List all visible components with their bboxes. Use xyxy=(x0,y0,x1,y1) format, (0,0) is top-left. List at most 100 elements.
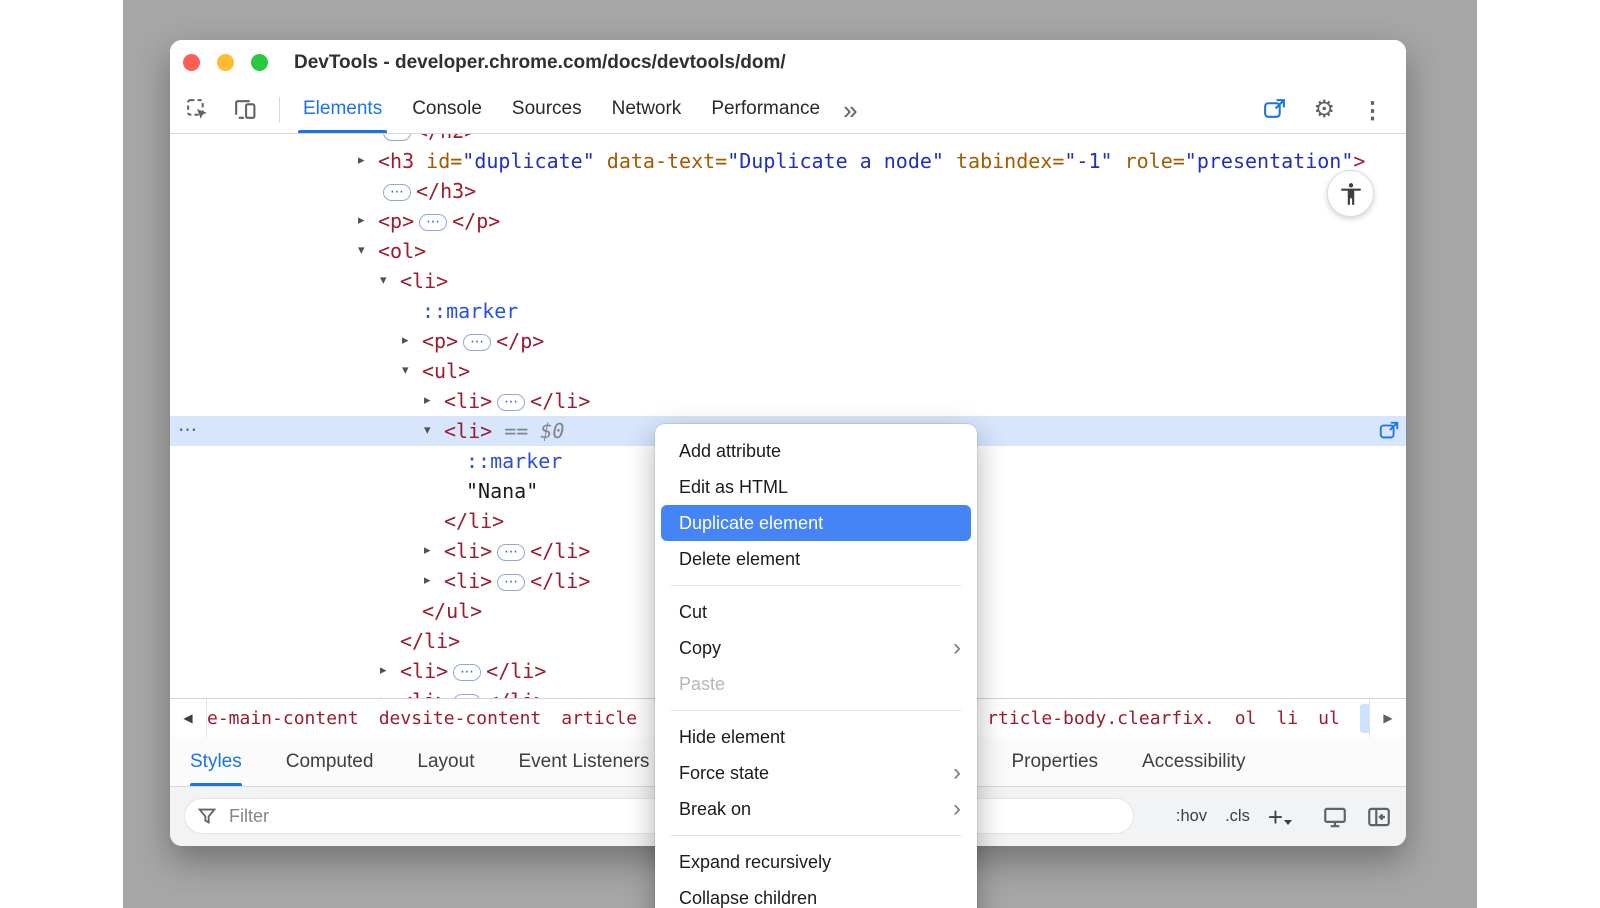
breadcrumb-li[interactable]: li xyxy=(1360,704,1369,733)
expand-arrow-open-icon[interactable]: ▾ xyxy=(402,356,409,386)
row-menu-dots-icon[interactable]: ⋯ xyxy=(178,416,197,446)
dom-tree-row[interactable]: ⋯</h3> xyxy=(170,176,1406,206)
breadcrumb-forward-icon[interactable]: ▶ xyxy=(1369,699,1406,737)
more-panels-icon[interactable]: » xyxy=(843,90,857,130)
dom-tree-row[interactable]: ▸ <p> ⋯ </p> xyxy=(170,206,1406,236)
expand-arrow-closed-icon[interactable]: ▸ xyxy=(380,686,387,698)
inline-expand-pill[interactable]: ⋯ xyxy=(497,544,525,561)
tab-console[interactable]: Console xyxy=(397,86,497,133)
token-tag: <li> xyxy=(444,419,492,443)
toggle-sidebar-icon[interactable] xyxy=(1366,804,1392,830)
menu-item-label: Expand recursively xyxy=(679,844,831,880)
menu-item-label: Cut xyxy=(679,594,707,630)
inline-expand-pill[interactable]: ⋯ xyxy=(453,664,481,681)
menu-item-paste[interactable]: Paste xyxy=(655,666,977,702)
token-tag: </ul> xyxy=(422,599,482,623)
expand-arrow-closed-icon[interactable]: ▸ xyxy=(402,326,409,356)
menu-item-label: Add attribute xyxy=(679,433,781,469)
accessibility-widget-button[interactable] xyxy=(1327,170,1374,217)
more-options-icon[interactable]: ⋮ xyxy=(1361,98,1384,122)
token-attr: role= xyxy=(1113,149,1185,173)
rendering-emulation-icon[interactable] xyxy=(1322,804,1348,830)
expand-arrow-open-icon[interactable]: ▾ xyxy=(358,236,365,266)
expand-arrow-closed-icon[interactable]: ▸ xyxy=(424,536,431,566)
token-tag: <h3 xyxy=(378,149,414,173)
expand-arrow-open-icon[interactable]: ▾ xyxy=(380,266,387,296)
menu-item-add-attribute[interactable]: Add attribute xyxy=(655,433,977,469)
toggle-class-button[interactable]: .cls xyxy=(1225,807,1250,826)
dom-tree-row[interactable]: ⋯</h2> xyxy=(170,134,1406,146)
dom-node-text: <li>⋯</li> xyxy=(170,656,546,686)
dom-node-text: ⋯</h2> xyxy=(170,134,476,146)
expand-arrow-closed-icon[interactable]: ▸ xyxy=(424,566,431,596)
menu-item-label: Edit as HTML xyxy=(679,469,788,505)
inline-expand-pill[interactable]: ⋯ xyxy=(419,214,447,231)
toolbar-divider xyxy=(279,97,280,123)
breadcrumb-devsite-content[interactable]: devsite-content xyxy=(379,708,542,729)
inline-expand-pill[interactable]: ⋯ xyxy=(497,394,525,411)
menu-item-expand-recursively[interactable]: Expand recursively xyxy=(655,844,977,880)
tab-sources[interactable]: Sources xyxy=(497,86,597,133)
token-tag: </p> xyxy=(452,209,500,233)
dom-tree-row[interactable]: ▸<h3 id="duplicate" data-text="Duplicate… xyxy=(170,146,1406,176)
breadcrumb-e-main-content[interactable]: e-main-content xyxy=(207,708,359,729)
sidebar-tab-accessibility[interactable]: Accessibility xyxy=(1142,737,1245,786)
menu-item-delete-element[interactable]: Delete element xyxy=(655,541,977,577)
dom-tree-row[interactable]: ▾ <ul> xyxy=(170,356,1406,386)
screenshot-stage: DevTools - developer.chrome.com/docs/dev… xyxy=(0,0,1600,908)
dom-tree-row[interactable]: ▾<ol> xyxy=(170,236,1406,266)
menu-item-break-on[interactable]: Break on› xyxy=(655,791,977,827)
dom-tree-row[interactable]: ▾<li> xyxy=(170,266,1406,296)
menu-item-duplicate-element[interactable]: Duplicate element xyxy=(661,505,971,541)
inspect-element-icon[interactable] xyxy=(185,97,210,122)
menu-item-collapse-children[interactable]: Collapse children xyxy=(655,880,977,908)
sidebar-tab-properties[interactable]: Properties xyxy=(1011,737,1098,786)
token-tag: <p> xyxy=(378,209,414,233)
dom-tree-row[interactable]: ::marker xyxy=(170,296,1406,326)
breadcrumb-article[interactable]: article xyxy=(561,708,637,729)
token-tag: </li> xyxy=(486,689,546,698)
dom-node-text: <li>⋯</li> xyxy=(170,686,546,698)
dom-node-text: <p>⋯</p> xyxy=(170,326,544,356)
sidebar-tab-event-listeners[interactable]: Event Listeners xyxy=(518,737,649,786)
expand-arrow-closed-icon[interactable]: ▸ xyxy=(358,146,365,176)
breadcrumb-ul[interactable]: ul xyxy=(1318,708,1340,729)
expand-arrow-open-icon[interactable]: ▾ xyxy=(424,416,431,446)
token-tag: <ul> xyxy=(422,359,470,383)
device-toolbar-icon[interactable] xyxy=(232,97,257,122)
dom-tree-row[interactable]: ▸<li>⋯</li> xyxy=(170,386,1406,416)
device-posture-icon[interactable] xyxy=(1262,97,1287,122)
settings-gear-icon[interactable]: ⚙ xyxy=(1313,98,1335,122)
inline-expand-pill[interactable]: ⋯ xyxy=(497,574,525,591)
menu-item-force-state[interactable]: Force state› xyxy=(655,755,977,791)
sidebar-tab-styles[interactable]: Styles xyxy=(190,737,242,786)
token-tag: > xyxy=(1353,149,1365,173)
tab-elements[interactable]: Elements xyxy=(288,86,397,133)
close-window-button[interactable] xyxy=(183,54,200,71)
breadcrumb-ol[interactable]: ol xyxy=(1235,708,1257,729)
inline-expand-pill[interactable]: ⋯ xyxy=(383,134,411,141)
inline-expand-pill[interactable]: ⋯ xyxy=(463,334,491,351)
breadcrumb-li[interactable]: li xyxy=(1276,708,1298,729)
sidebar-tab-layout[interactable]: Layout xyxy=(417,737,474,786)
menu-item-hide-element[interactable]: Hide element xyxy=(655,719,977,755)
menu-item-edit-as-html[interactable]: Edit as HTML xyxy=(655,469,977,505)
menu-item-cut[interactable]: Cut xyxy=(655,594,977,630)
tab-network[interactable]: Network xyxy=(597,86,697,133)
breadcrumb-rticle-body-clearfix[interactable]: rticle-body.clearfix. xyxy=(987,708,1215,729)
sidebar-tab-computed[interactable]: Computed xyxy=(286,737,374,786)
menu-item-copy[interactable]: Copy› xyxy=(655,630,977,666)
minimize-window-button[interactable] xyxy=(217,54,234,71)
expand-arrow-closed-icon[interactable]: ▸ xyxy=(380,656,387,686)
breadcrumb-back-icon[interactable]: ◀ xyxy=(170,699,207,737)
toggle-hover-state-button[interactable]: :hov xyxy=(1176,807,1207,826)
dom-tree-row[interactable]: ▸<p>⋯</p> xyxy=(170,326,1406,356)
inline-expand-pill[interactable]: ⋯ xyxy=(383,184,411,201)
dom-node-text: "Nana" xyxy=(170,476,538,506)
expand-arrow-closed-icon[interactable]: ▸ xyxy=(424,386,431,416)
expand-arrow-closed-icon[interactable]: ▸ xyxy=(358,206,365,236)
zoom-window-button[interactable] xyxy=(251,54,268,71)
tab-performance[interactable]: Performance xyxy=(696,86,835,133)
new-style-rule-button[interactable]: + xyxy=(1268,804,1292,830)
plus-caret-icon xyxy=(1284,820,1292,825)
